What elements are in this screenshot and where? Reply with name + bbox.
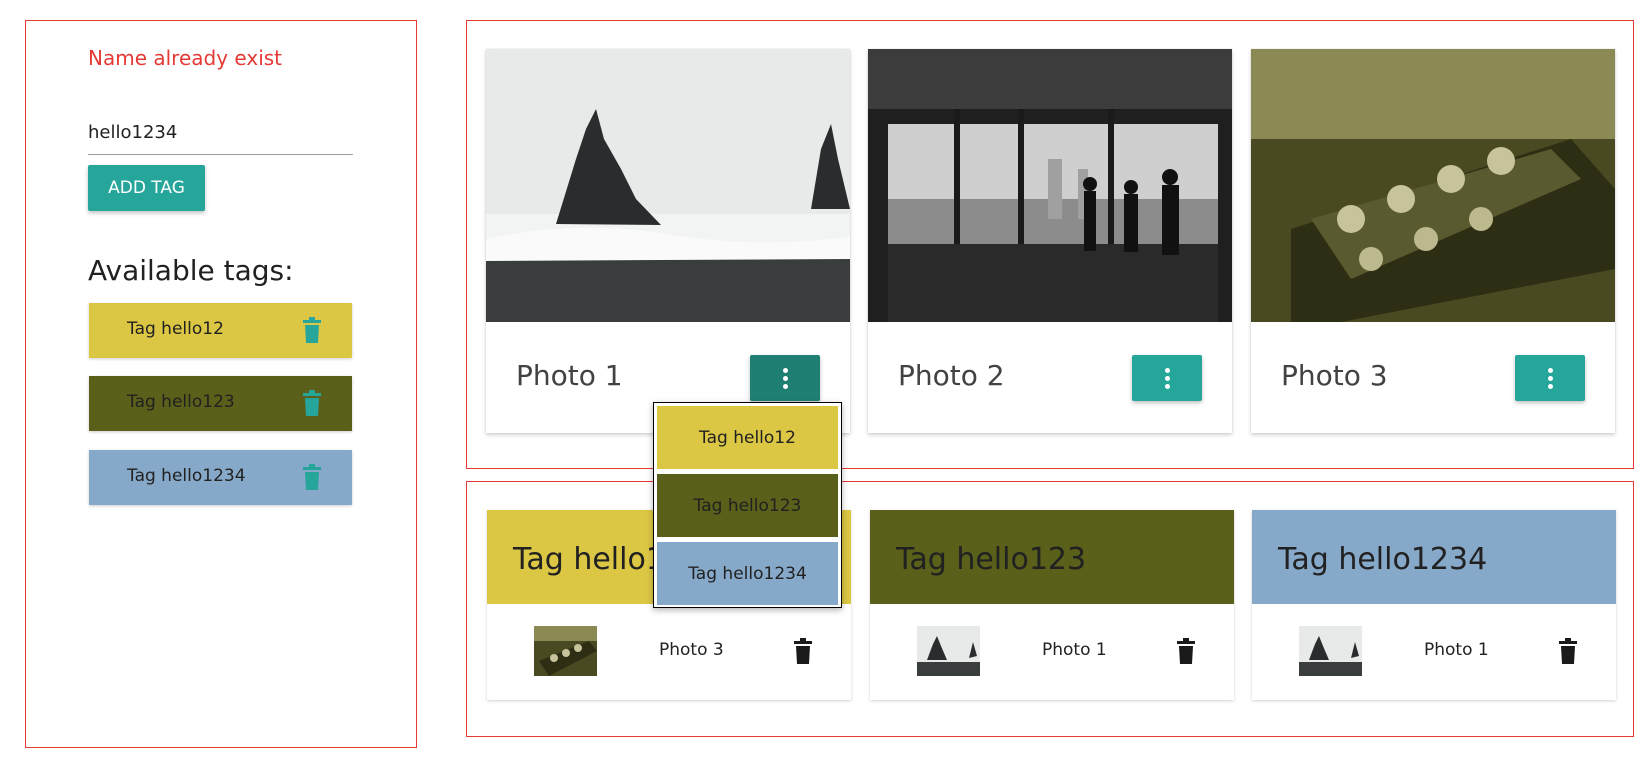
more-vert-icon [1515, 367, 1585, 389]
more-vert-icon [1132, 367, 1202, 389]
available-tag-item[interactable]: Tag hello1234 [89, 450, 352, 505]
city-window-photo [868, 49, 1232, 322]
photo-card: Photo 3 [1251, 49, 1615, 433]
tag-dropdown-menu: Tag hello12 Tag hello123 Tag hello1234 [653, 402, 842, 608]
tag-group-header: Tag hello1234 [1252, 510, 1616, 604]
available-tag-label: Tag hello1234 [127, 466, 246, 486]
guitar-thumbnail [534, 626, 597, 676]
tag-group-header: Tag hello123 [870, 510, 1234, 604]
photo-menu-button[interactable] [1515, 355, 1585, 401]
available-tag-item[interactable]: Tag hello123 [89, 376, 352, 431]
beach-rocks-photo [486, 49, 850, 322]
photo-menu-button[interactable] [1132, 355, 1202, 401]
error-message: Name already exist [88, 46, 283, 70]
photo-card: Photo 2 [868, 49, 1232, 433]
delete-icon[interactable] [793, 638, 813, 668]
beach-thumbnail [917, 626, 980, 676]
tag-group-title: Tag hello1234 [1278, 542, 1488, 577]
tag-group-card: Tag hello1234 Photo 1 [1252, 510, 1616, 700]
dropdown-tag-option[interactable]: Tag hello123 [657, 474, 838, 537]
available-tag-label: Tag hello123 [127, 392, 235, 412]
beach-thumbnail [1299, 626, 1362, 676]
tagged-photo-name: Photo 3 [659, 640, 724, 660]
delete-tag-icon[interactable] [302, 317, 322, 347]
tag-name-input[interactable] [88, 110, 353, 155]
guitar-headstock-photo [1251, 49, 1615, 322]
tagged-photo-name: Photo 1 [1042, 640, 1107, 660]
delete-icon[interactable] [1176, 638, 1196, 668]
dropdown-tag-option[interactable]: Tag hello12 [657, 406, 838, 469]
delete-tag-icon[interactable] [302, 464, 322, 494]
photo-title: Photo 1 [516, 359, 623, 392]
tag-group-title: Tag hello1 [513, 542, 665, 577]
available-tags-heading: Available tags: [88, 254, 294, 287]
tag-group-title: Tag hello123 [896, 542, 1087, 577]
available-tag-label: Tag hello12 [127, 319, 224, 339]
delete-icon[interactable] [1558, 638, 1578, 668]
more-vert-icon [750, 367, 820, 389]
photo-title: Photo 3 [1281, 359, 1388, 392]
tagged-photo-name: Photo 1 [1424, 640, 1489, 660]
photo-card: Photo 1 [486, 49, 850, 433]
add-tag-button[interactable]: ADD TAG [88, 165, 205, 211]
tag-group-card: Tag hello123 Photo 1 [870, 510, 1234, 700]
available-tag-item[interactable]: Tag hello12 [89, 303, 352, 358]
delete-tag-icon[interactable] [302, 390, 322, 420]
photo-menu-button[interactable] [750, 355, 820, 401]
photo-title: Photo 2 [898, 359, 1005, 392]
dropdown-tag-option[interactable]: Tag hello1234 [657, 542, 838, 605]
